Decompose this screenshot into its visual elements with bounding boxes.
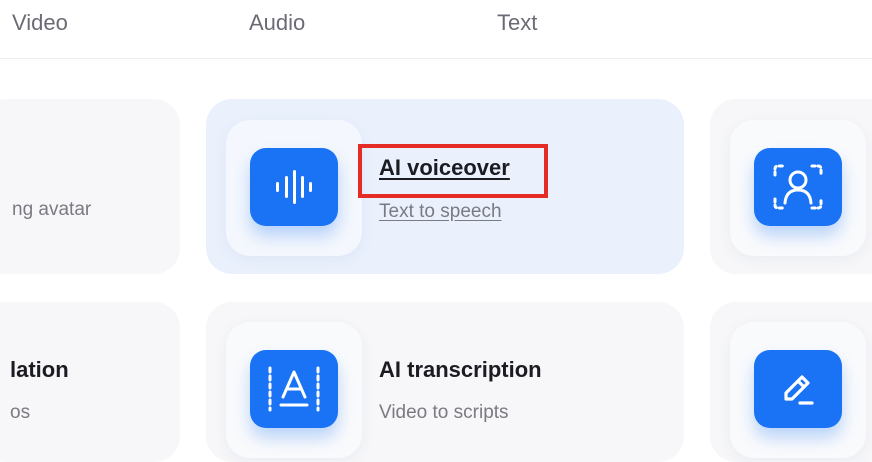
- waveform-icon: [250, 148, 338, 226]
- category-tabs: Video Audio Text: [0, 0, 872, 59]
- icon-tile: [730, 120, 866, 256]
- icon-tile: [226, 120, 362, 256]
- card-title: lation: [10, 357, 69, 382]
- card-voice-clone[interactable]: [710, 99, 872, 274]
- card-title: AI transcription: [379, 357, 542, 382]
- icon-tile: [730, 322, 866, 458]
- tab-audio[interactable]: Audio: [249, 10, 305, 36]
- tab-video[interactable]: Video: [12, 10, 68, 36]
- card-subtitle: os: [10, 402, 31, 423]
- card-ai-transcription[interactable]: AI transcription Video to scripts: [206, 302, 684, 462]
- card-subtitle: Video to scripts: [379, 402, 509, 423]
- tab-text[interactable]: Text: [497, 10, 537, 36]
- card-translation[interactable]: lation os: [0, 302, 180, 462]
- card-edit[interactable]: [710, 302, 872, 462]
- person-frame-icon: [754, 148, 842, 226]
- card-subtitle[interactable]: Text to speech: [379, 201, 502, 223]
- icon-tile: [226, 322, 362, 458]
- pencil-icon: [754, 350, 842, 428]
- text-a-icon: [250, 350, 338, 428]
- card-subtitle: ng avatar: [12, 199, 92, 220]
- card-talking-avatar[interactable]: ng avatar: [0, 99, 180, 274]
- highlight-box: [358, 144, 548, 198]
